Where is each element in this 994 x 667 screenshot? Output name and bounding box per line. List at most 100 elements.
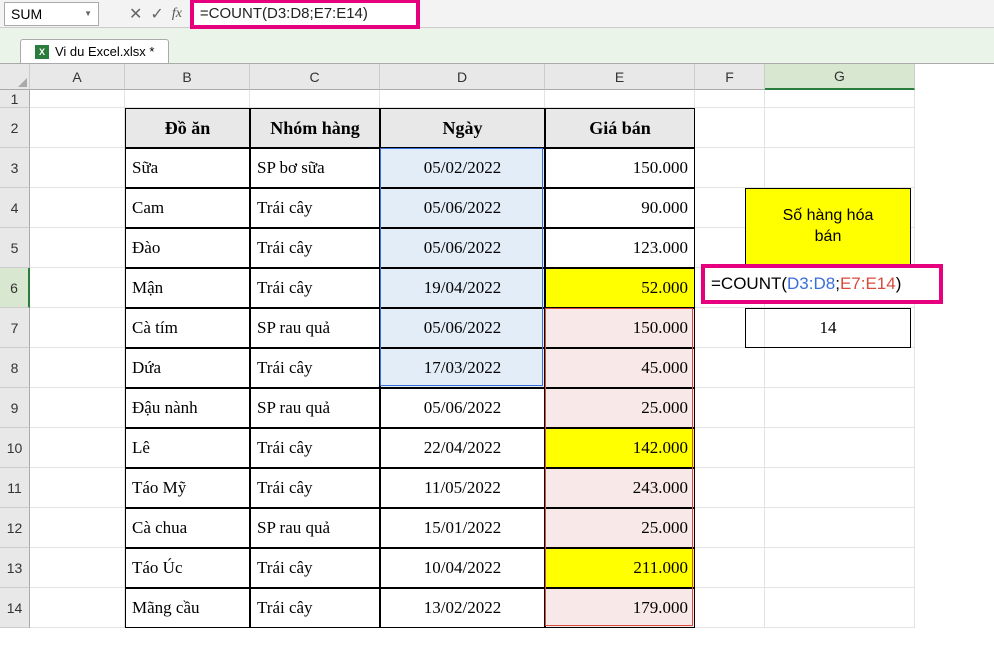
cell-B7[interactable]: Cà tím (125, 308, 250, 348)
fx-icon[interactable]: fx (172, 6, 182, 22)
cell-F14[interactable] (695, 588, 765, 628)
row-header-4[interactable]: 4 (0, 188, 30, 228)
chevron-down-icon[interactable]: ▼ (84, 9, 92, 18)
cell-A11[interactable] (30, 468, 125, 508)
cell-D10[interactable]: 22/04/2022 (380, 428, 545, 468)
cell-F3[interactable] (695, 148, 765, 188)
cell-B10[interactable]: Lê (125, 428, 250, 468)
cell-B12[interactable]: Cà chua (125, 508, 250, 548)
cell-B2[interactable]: Đồ ăn (125, 108, 250, 148)
cell-A12[interactable] (30, 508, 125, 548)
cell-B11[interactable]: Táo Mỹ (125, 468, 250, 508)
cell-C12[interactable]: SP rau quả (250, 508, 380, 548)
cell-E9[interactable]: 25.000 (545, 388, 695, 428)
cell-E10[interactable]: 142.000 (545, 428, 695, 468)
cell-B9[interactable]: Đậu nành (125, 388, 250, 428)
cell-E3[interactable]: 150.000 (545, 148, 695, 188)
cell-A1[interactable] (30, 90, 125, 108)
col-header-A[interactable]: A (30, 64, 125, 90)
cell-B8[interactable]: Dứa (125, 348, 250, 388)
cell-A9[interactable] (30, 388, 125, 428)
cell-C5[interactable]: Trái cây (250, 228, 380, 268)
cell-F11[interactable] (695, 468, 765, 508)
col-header-F[interactable]: F (695, 64, 765, 90)
cell-D3[interactable]: 05/02/2022 (380, 148, 545, 188)
cell-D6[interactable]: 19/04/2022 (380, 268, 545, 308)
cell-E14[interactable]: 179.000 (545, 588, 695, 628)
cell-A5[interactable] (30, 228, 125, 268)
cell-E13[interactable]: 211.000 (545, 548, 695, 588)
row-header-14[interactable]: 14 (0, 588, 30, 628)
cell-B1[interactable] (125, 90, 250, 108)
row-header-13[interactable]: 13 (0, 548, 30, 588)
cell-E7[interactable]: 150.000 (545, 308, 695, 348)
col-header-C[interactable]: C (250, 64, 380, 90)
cell-E8[interactable]: 45.000 (545, 348, 695, 388)
row-header-11[interactable]: 11 (0, 468, 30, 508)
cell-A4[interactable] (30, 188, 125, 228)
cell-F10[interactable] (695, 428, 765, 468)
cell-C9[interactable]: SP rau quả (250, 388, 380, 428)
cell-G9[interactable] (765, 388, 915, 428)
cell-F8[interactable] (695, 348, 765, 388)
cell-G1[interactable] (765, 90, 915, 108)
cell-D1[interactable] (380, 90, 545, 108)
row-header-7[interactable]: 7 (0, 308, 30, 348)
cell-D9[interactable]: 05/06/2022 (380, 388, 545, 428)
cell-C3[interactable]: SP bơ sữa (250, 148, 380, 188)
cell-D11[interactable]: 11/05/2022 (380, 468, 545, 508)
row-header-8[interactable]: 8 (0, 348, 30, 388)
col-header-D[interactable]: D (380, 64, 545, 90)
cell-D5[interactable]: 05/06/2022 (380, 228, 545, 268)
cell-C13[interactable]: Trái cây (250, 548, 380, 588)
cell-A6[interactable] (30, 268, 125, 308)
cell-D12[interactable]: 15/01/2022 (380, 508, 545, 548)
cell-G14[interactable] (765, 588, 915, 628)
cell-A8[interactable] (30, 348, 125, 388)
cell-G10[interactable] (765, 428, 915, 468)
cell-C1[interactable] (250, 90, 380, 108)
cell-D8[interactable]: 17/03/2022 (380, 348, 545, 388)
cell-F13[interactable] (695, 548, 765, 588)
cell-A2[interactable] (30, 108, 125, 148)
formula-editing-cell[interactable]: =COUNT(D3:D8;E7:E14) (701, 264, 943, 304)
cell-D2[interactable]: Ngày (380, 108, 545, 148)
cell-E2[interactable]: Giá bán (545, 108, 695, 148)
select-all-corner[interactable] (0, 64, 30, 90)
cell-G2[interactable] (765, 108, 915, 148)
formula-bar[interactable]: =COUNT(D3:D8;E7:E14) (200, 5, 368, 22)
cell-F12[interactable] (695, 508, 765, 548)
cell-D4[interactable]: 05/06/2022 (380, 188, 545, 228)
cell-D14[interactable]: 13/02/2022 (380, 588, 545, 628)
workbook-tab[interactable]: X Vi du Excel.xlsx * (20, 39, 169, 63)
cell-A13[interactable] (30, 548, 125, 588)
row-header-5[interactable]: 5 (0, 228, 30, 268)
cell-C8[interactable]: Trái cây (250, 348, 380, 388)
row-header-10[interactable]: 10 (0, 428, 30, 468)
cell-G8[interactable] (765, 348, 915, 388)
cell-A14[interactable] (30, 588, 125, 628)
row-header-6[interactable]: 6 (0, 268, 30, 308)
row-header-2[interactable]: 2 (0, 108, 30, 148)
cell-G13[interactable] (765, 548, 915, 588)
col-header-G[interactable]: G (765, 64, 915, 90)
cell-G11[interactable] (765, 468, 915, 508)
cell-C4[interactable]: Trái cây (250, 188, 380, 228)
cell-C7[interactable]: SP rau quả (250, 308, 380, 348)
cell-B14[interactable]: Mãng cầu (125, 588, 250, 628)
cell-F9[interactable] (695, 388, 765, 428)
cell-E5[interactable]: 123.000 (545, 228, 695, 268)
row-header-9[interactable]: 9 (0, 388, 30, 428)
cell-A10[interactable] (30, 428, 125, 468)
cancel-icon[interactable]: ✕ (129, 4, 142, 24)
cell-A3[interactable] (30, 148, 125, 188)
col-header-E[interactable]: E (545, 64, 695, 90)
col-header-B[interactable]: B (125, 64, 250, 90)
cell-D13[interactable]: 10/04/2022 (380, 548, 545, 588)
cell-B13[interactable]: Táo Úc (125, 548, 250, 588)
cell-E11[interactable]: 243.000 (545, 468, 695, 508)
cell-E12[interactable]: 25.000 (545, 508, 695, 548)
cell-B6[interactable]: Mận (125, 268, 250, 308)
cell-F2[interactable] (695, 108, 765, 148)
cell-C14[interactable]: Trái cây (250, 588, 380, 628)
